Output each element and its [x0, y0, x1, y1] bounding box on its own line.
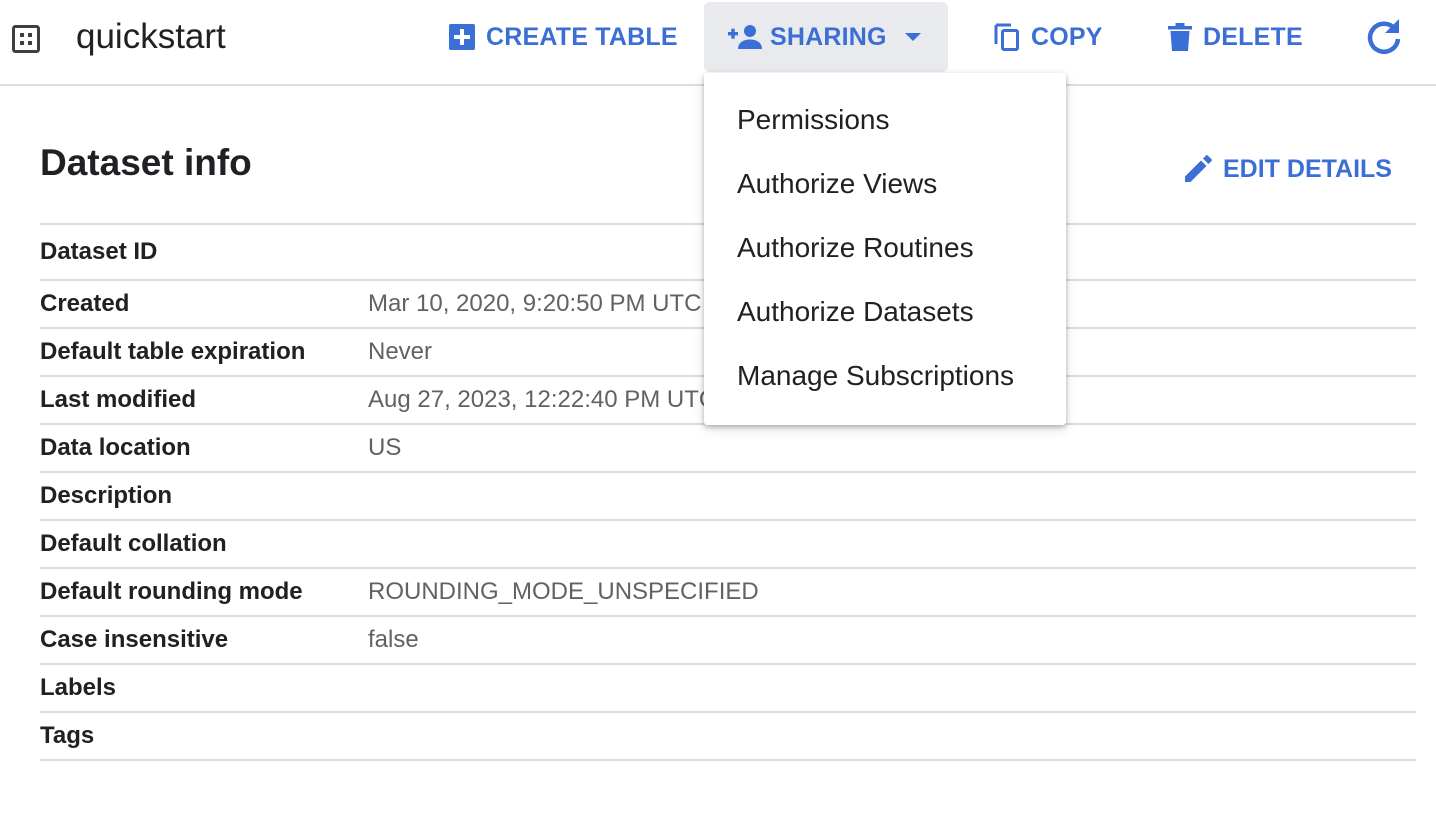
menu-item-permissions[interactable]: Permissions: [704, 88, 1066, 152]
menu-item-manage-subscriptions[interactable]: Manage Subscriptions: [704, 344, 1066, 408]
info-value: Aug 27, 2023, 12:22:40 PM UTC: [368, 386, 717, 413]
info-label: Default table expiration: [40, 338, 306, 365]
info-row-tags: Tags: [40, 713, 1416, 761]
sharing-button[interactable]: SHARING: [704, 2, 948, 72]
dropdown-arrow-icon: [904, 33, 921, 41]
copy-icon: [994, 23, 1019, 51]
copy-label: COPY: [1031, 22, 1103, 51]
info-row-data-location: Data location US: [40, 425, 1416, 473]
info-value: Never: [368, 338, 433, 365]
edit-details-label: EDIT DETAILS: [1223, 154, 1392, 183]
info-row-case-insensitive: Case insensitive false: [40, 617, 1416, 665]
info-value: US: [368, 434, 402, 461]
info-row-default-rounding-mode: Default rounding mode ROUNDING_MODE_UNSP…: [40, 569, 1416, 617]
add-box-icon: [449, 24, 475, 50]
page-title: Dataset info: [40, 142, 252, 183]
info-value: ROUNDING_MODE_UNSPECIFIED: [368, 578, 759, 605]
info-label: Default collation: [40, 530, 227, 557]
delete-button[interactable]: DELETE: [1167, 2, 1303, 72]
info-value: false: [368, 626, 419, 653]
info-label: Last modified: [40, 386, 197, 413]
delete-label: DELETE: [1203, 22, 1303, 51]
refresh-button[interactable]: [1363, 2, 1405, 72]
info-label: Dataset ID: [40, 238, 158, 265]
dataset-page: quickstart CREATE TABLE SHARING COPY DEL…: [0, 0, 1436, 830]
create-table-button[interactable]: CREATE TABLE: [448, 2, 678, 72]
info-label: Default rounding mode: [40, 578, 303, 605]
info-label: Created: [40, 290, 130, 317]
info-row-default-collation: Default collation: [40, 521, 1416, 569]
info-row-description: Description: [40, 473, 1416, 521]
dataset-icon: [12, 25, 40, 53]
info-row-labels: Labels: [40, 665, 1416, 713]
menu-item-authorize-datasets[interactable]: Authorize Datasets: [704, 280, 1066, 344]
info-label: Labels: [40, 674, 117, 701]
info-label: Description: [40, 482, 173, 509]
info-value: Mar 10, 2020, 9:20:50 PM UTC: [368, 290, 702, 317]
menu-item-authorize-views[interactable]: Authorize Views: [704, 152, 1066, 216]
refresh-icon: [1367, 19, 1401, 54]
copy-button[interactable]: COPY: [993, 2, 1103, 72]
sharing-menu: Permissions Authorize Views Authorize Ro…: [704, 73, 1066, 425]
info-label: Case insensitive: [40, 626, 229, 653]
info-label: Tags: [40, 722, 95, 749]
info-label: Data location: [40, 434, 191, 461]
trash-icon: [1168, 23, 1192, 51]
edit-details-button[interactable]: EDIT DETAILS: [1183, 148, 1392, 190]
menu-item-authorize-routines[interactable]: Authorize Routines: [704, 216, 1066, 280]
dataset-name: quickstart: [76, 17, 226, 56]
pencil-icon: [1185, 155, 1212, 182]
sharing-label: SHARING: [770, 22, 887, 51]
create-table-label: CREATE TABLE: [486, 22, 678, 51]
person-add-icon: [728, 25, 762, 49]
